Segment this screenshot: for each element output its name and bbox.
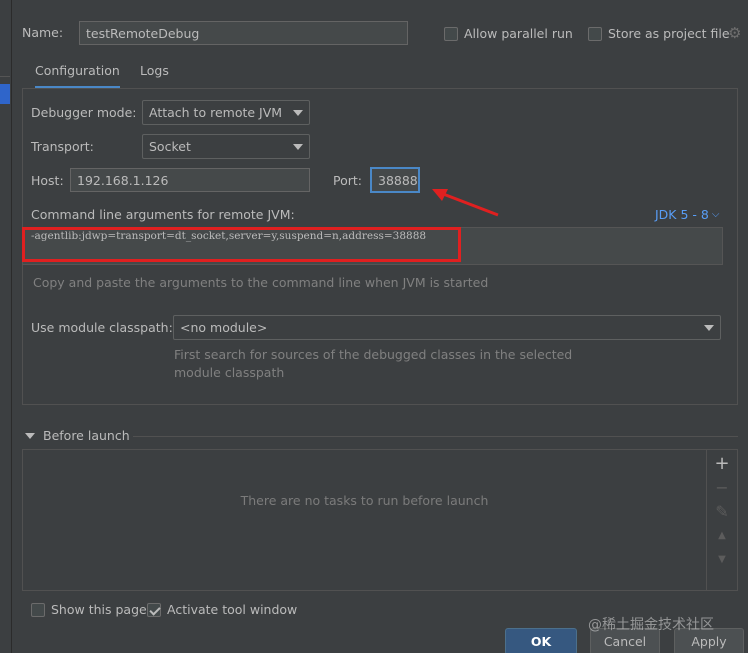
annotation-arrow bbox=[430, 185, 502, 225]
move-down-icon: ▼ bbox=[718, 554, 726, 565]
move-up-icon: ▲ bbox=[718, 530, 726, 541]
divider bbox=[133, 436, 738, 437]
jdk-version-selector[interactable]: JDK 5 - 8 ⌵ bbox=[655, 207, 719, 222]
transport-label: Transport: bbox=[31, 139, 94, 154]
checkbox-box[interactable] bbox=[444, 26, 458, 41]
store-as-project-file-label: Store as project file bbox=[608, 26, 730, 41]
port-input[interactable]: 38888 bbox=[370, 167, 420, 193]
debugger-mode-select[interactable]: Attach to remote JVM bbox=[142, 100, 310, 125]
plus-icon[interactable]: + bbox=[712, 454, 732, 474]
minus-icon: − bbox=[715, 478, 729, 497]
host-label: Host: bbox=[31, 173, 64, 188]
watermark: @稀土掘金技术社区 bbox=[588, 617, 714, 633]
debugger-mode-value: Attach to remote JVM bbox=[149, 105, 283, 120]
checkbox-box[interactable] bbox=[31, 602, 45, 617]
show-this-page-checkbox[interactable]: Show this page bbox=[31, 602, 147, 617]
cmdline-label: Command line arguments for remote JVM: bbox=[31, 207, 295, 222]
port-label: Port: bbox=[333, 173, 362, 188]
before-launch-header[interactable]: Before launch bbox=[25, 428, 130, 443]
allow-parallel-run-label: Allow parallel run bbox=[464, 26, 573, 41]
module-classpath-value: <no module> bbox=[180, 320, 268, 335]
chevron-down-icon bbox=[293, 143, 303, 150]
chevron-down-icon: ⌵ bbox=[711, 209, 720, 220]
before-launch-panel bbox=[22, 449, 738, 591]
empty-tasks-text: There are no tasks to run before launch bbox=[240, 493, 489, 508]
activate-tool-window-checkbox[interactable]: Activate tool window bbox=[147, 602, 297, 617]
copy-hint: Copy and paste the arguments to the comm… bbox=[33, 275, 489, 290]
host-input[interactable]: 192.168.1.126 bbox=[70, 168, 310, 192]
transport-select[interactable]: Socket bbox=[142, 134, 310, 159]
annotation-box bbox=[22, 227, 461, 262]
chevron-down-icon bbox=[293, 109, 303, 116]
checkbox-box[interactable] bbox=[147, 602, 161, 617]
left-sidebar-strip bbox=[0, 0, 12, 653]
module-classpath-select[interactable]: <no module> bbox=[173, 315, 721, 340]
show-this-page-label: Show this page bbox=[51, 602, 147, 617]
sidebar-selected-item[interactable] bbox=[0, 84, 10, 104]
debugger-mode-label: Debugger mode: bbox=[31, 105, 137, 120]
jdk-version-label: JDK 5 - 8 bbox=[655, 207, 709, 222]
module-classpath-label: Use module classpath: bbox=[31, 320, 173, 335]
allow-parallel-run-checkbox[interactable]: Allow parallel run bbox=[444, 26, 573, 41]
ok-button[interactable]: OK bbox=[505, 628, 577, 653]
name-input[interactable]: testRemoteDebug bbox=[79, 21, 408, 45]
edit-icon: ✎ bbox=[715, 502, 729, 521]
collapse-icon[interactable] bbox=[25, 432, 35, 439]
gear-icon[interactable]: ⚙ bbox=[728, 24, 741, 42]
module-hint-line1: First search for sources of the debugged… bbox=[174, 347, 573, 362]
transport-value: Socket bbox=[149, 139, 191, 154]
activate-tool-window-label: Activate tool window bbox=[167, 602, 298, 617]
module-hint-line2: module classpath bbox=[174, 365, 285, 380]
before-launch-title: Before launch bbox=[43, 428, 130, 443]
tab-logs[interactable]: Logs bbox=[140, 63, 169, 78]
name-label: Name: bbox=[22, 25, 64, 40]
chevron-down-icon bbox=[704, 324, 714, 331]
before-launch-toolbar: + − ✎ ▲ ▼ bbox=[706, 450, 737, 590]
checkbox-box[interactable] bbox=[588, 26, 602, 41]
store-as-project-file-checkbox[interactable]: Store as project file bbox=[588, 26, 730, 41]
tab-configuration[interactable]: Configuration bbox=[35, 63, 120, 89]
